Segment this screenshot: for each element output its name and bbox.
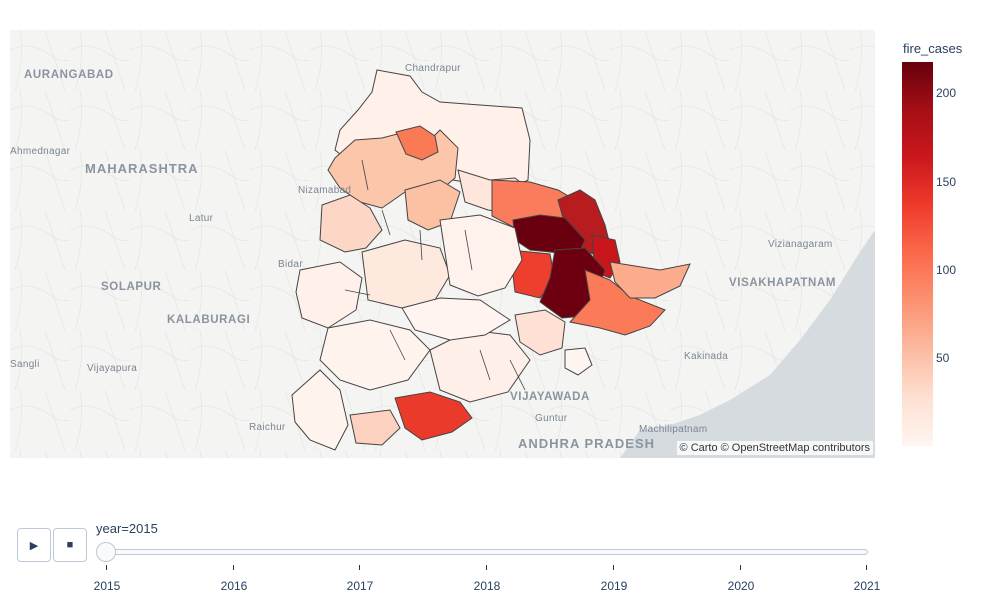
svg-text:MAHARASHTRA: MAHARASHTRA bbox=[85, 161, 199, 176]
map-attribution[interactable]: © Carto © OpenStreetMap contributors bbox=[676, 441, 873, 455]
colorbar bbox=[902, 62, 933, 446]
slider-tick-mark bbox=[359, 565, 360, 570]
year-slider-handle[interactable] bbox=[96, 542, 116, 562]
slider-step-2018[interactable]: 2018 bbox=[474, 579, 501, 593]
play-icon: ▶ bbox=[29, 539, 39, 552]
svg-text:ANDHRA PRADESH: ANDHRA PRADESH bbox=[518, 436, 655, 451]
slider-tick-mark bbox=[486, 565, 487, 570]
slider-tick-mark bbox=[866, 565, 867, 570]
colorbar-tick-150: 150 bbox=[936, 175, 957, 189]
svg-text:VIJAYAWADA: VIJAYAWADA bbox=[510, 391, 590, 403]
svg-text:Latur: Latur bbox=[189, 213, 214, 224]
slider-step-2017[interactable]: 2017 bbox=[347, 579, 374, 593]
play-button[interactable]: ▶ bbox=[17, 528, 51, 562]
svg-text:KALABURAGI: KALABURAGI bbox=[167, 314, 250, 326]
svg-text:Chandrapur: Chandrapur bbox=[405, 63, 461, 74]
slider-step-2020[interactable]: 2020 bbox=[728, 579, 755, 593]
svg-text:Kakinada: Kakinada bbox=[684, 351, 728, 362]
choropleth-map[interactable]: AURANGABAD Chandrapur MAHARASHTRA Latur … bbox=[10, 30, 875, 458]
slider-current-value: year=2015 bbox=[96, 521, 158, 536]
slider-tick-mark bbox=[740, 565, 741, 570]
colorbar-tick-100: 100 bbox=[936, 263, 957, 277]
svg-text:Machilipatnam: Machilipatnam bbox=[639, 424, 707, 435]
slider-step-2021[interactable]: 2021 bbox=[854, 579, 881, 593]
slider-tick-mark bbox=[613, 565, 614, 570]
slider-tick-mark bbox=[106, 565, 107, 570]
stop-button[interactable]: ■ bbox=[53, 528, 87, 562]
svg-text:Bidar: Bidar bbox=[278, 259, 303, 270]
colorbar-tick-50: 50 bbox=[936, 351, 950, 365]
colorbar-title: fire_cases bbox=[903, 41, 963, 56]
slider-tick-mark bbox=[233, 565, 234, 570]
svg-text:SOLAPUR: SOLAPUR bbox=[101, 281, 162, 293]
stop-icon: ■ bbox=[66, 539, 74, 551]
svg-text:Vizianagaram: Vizianagaram bbox=[768, 239, 833, 250]
svg-text:VISAKHAPATNAM: VISAKHAPATNAM bbox=[729, 277, 836, 289]
svg-text:Nizamabad: Nizamabad bbox=[298, 185, 351, 196]
colorbar-tick-200: 200 bbox=[936, 86, 957, 100]
svg-text:Sangli: Sangli bbox=[10, 359, 40, 370]
slider-step-2019[interactable]: 2019 bbox=[601, 579, 628, 593]
svg-text:Guntur: Guntur bbox=[535, 413, 568, 424]
svg-text:Vijayapura: Vijayapura bbox=[87, 363, 137, 374]
svg-text:AURANGABAD: AURANGABAD bbox=[24, 69, 114, 81]
slider-step-2016[interactable]: 2016 bbox=[221, 579, 248, 593]
slider-step-2015[interactable]: 2015 bbox=[94, 579, 121, 593]
svg-text:Raichur: Raichur bbox=[249, 422, 286, 433]
map-canvas[interactable]: AURANGABAD Chandrapur MAHARASHTRA Latur … bbox=[10, 30, 875, 458]
year-slider-rail[interactable] bbox=[104, 549, 868, 555]
svg-text:Ahmednagar: Ahmednagar bbox=[10, 146, 71, 157]
